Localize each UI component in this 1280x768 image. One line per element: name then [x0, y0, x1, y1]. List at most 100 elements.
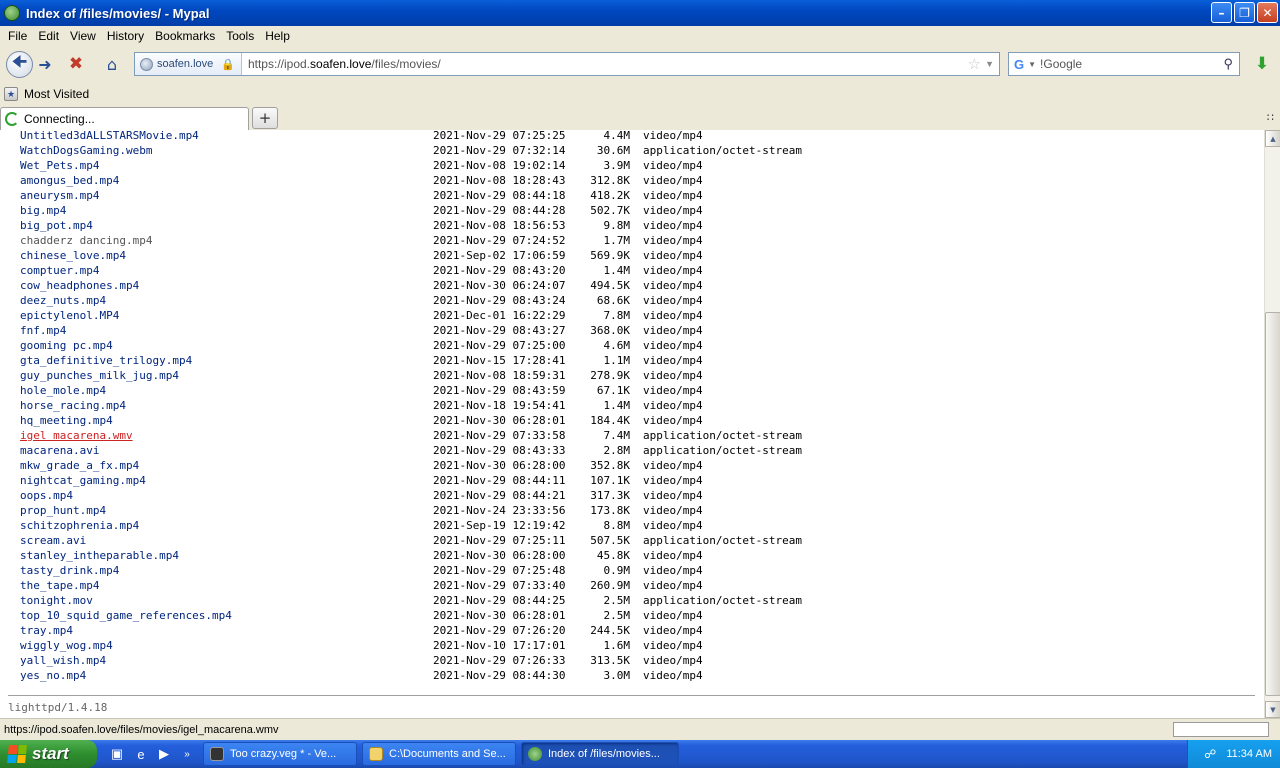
maximize-button[interactable]: ❐: [1234, 2, 1255, 23]
modified-date: 2021-Nov-30 06:28:01: [433, 414, 566, 427]
bookmark-most-visited[interactable]: Most Visited: [24, 87, 89, 101]
file-link[interactable]: deez_nuts.mp4: [20, 293, 106, 308]
file-link[interactable]: scream.avi: [20, 533, 86, 548]
file-link[interactable]: macarena.avi: [20, 443, 99, 458]
scroll-up-button[interactable]: ▲: [1265, 130, 1280, 147]
file-link[interactable]: yes_no.mp4: [20, 668, 86, 683]
start-button[interactable]: start: [0, 740, 97, 768]
vertical-scrollbar[interactable]: ▲ ▼: [1264, 130, 1280, 718]
mime-type: video/mp4: [643, 504, 703, 517]
mime-type: video/mp4: [643, 519, 703, 532]
search-input[interactable]: !Google: [1040, 57, 1223, 71]
home-button[interactable]: ⌂: [100, 51, 124, 77]
file-link[interactable]: tray.mp4: [20, 623, 73, 638]
file-size: 4.6M: [603, 339, 631, 352]
file-size: 2.5M: [603, 594, 631, 607]
file-size: 352.8K: [590, 459, 630, 472]
url-input[interactable]: https://ipod.soafen.love/files/movies/: [242, 57, 968, 71]
search-magnifier-icon[interactable]: ⚲: [1223, 56, 1233, 72]
file-link[interactable]: stanley_intheparable.mp4: [20, 548, 179, 563]
file-link[interactable]: WatchDogsGaming.webm: [20, 143, 152, 158]
file-link[interactable]: comptuer.mp4: [20, 263, 99, 278]
file-link[interactable]: yall_wish.mp4: [20, 653, 106, 668]
task-vegas[interactable]: Too crazy.veg * - Ve...: [203, 742, 357, 766]
menu-bar: File Edit View History Bookmarks Tools H…: [0, 26, 1280, 46]
server-signature: lighttpd/1.4.18: [8, 701, 108, 714]
file-link[interactable]: the_tape.mp4: [20, 578, 99, 593]
scroll-down-arrow-icon: ▼: [1270, 705, 1276, 714]
file-link[interactable]: igel macarena.wmv: [20, 428, 133, 443]
show-desktop-icon[interactable]: ▣: [108, 745, 126, 763]
file-link[interactable]: big_pot.mp4: [20, 218, 93, 233]
url-dropdown-icon[interactable]: ▼: [985, 59, 994, 69]
scroll-down-button[interactable]: ▼: [1265, 701, 1280, 718]
file-link[interactable]: prop_hunt.mp4: [20, 503, 106, 518]
file-size: 368.0K: [590, 324, 630, 337]
file-link[interactable]: top_10_squid_game_references.mp4: [20, 608, 232, 623]
minimize-button[interactable]: –: [1211, 2, 1232, 23]
close-button[interactable]: ✕: [1257, 2, 1278, 23]
file-link[interactable]: wiggly_wog.mp4: [20, 638, 113, 653]
menu-file[interactable]: File: [4, 29, 34, 43]
forward-button[interactable]: ➜: [34, 51, 56, 77]
file-link[interactable]: big.mp4: [20, 203, 66, 218]
list-all-tabs-icon[interactable]: ∷: [1267, 111, 1274, 124]
file-link[interactable]: gooming pc.mp4: [20, 338, 113, 353]
mime-type: video/mp4: [643, 309, 703, 322]
back-button[interactable]: 🠈: [6, 51, 33, 78]
file-link[interactable]: tasty_drink.mp4: [20, 563, 119, 578]
search-engine-dropdown-icon[interactable]: ▼: [1028, 60, 1036, 69]
menu-bookmarks[interactable]: Bookmarks: [151, 29, 222, 43]
downloads-button[interactable]: ⬇: [1250, 53, 1274, 75]
file-link[interactable]: Untitled3dALLSTARSMovie.mp4: [20, 130, 199, 143]
file-link[interactable]: oops.mp4: [20, 488, 73, 503]
menu-help[interactable]: Help: [261, 29, 297, 43]
modified-date: 2021-Nov-30 06:24:07: [433, 279, 566, 292]
navigation-toolbar: 🠈 ➜ ✖ ⌂ soafen.love 🔒 https://ipod.soafe…: [0, 46, 1280, 82]
vegas-icon: [210, 747, 224, 761]
stop-button[interactable]: ✖: [64, 51, 88, 77]
file-link[interactable]: fnf.mp4: [20, 323, 66, 338]
site-identity-button[interactable]: soafen.love 🔒: [135, 53, 242, 75]
media-player-icon[interactable]: ▶: [155, 745, 173, 763]
file-link[interactable]: chadderz dancing.mp4: [20, 233, 152, 248]
address-bar[interactable]: soafen.love 🔒 https://ipod.soafen.love/f…: [134, 52, 1000, 76]
network-icon[interactable]: ☍: [1204, 747, 1216, 761]
task-explorer[interactable]: C:\Documents and Se...: [362, 742, 516, 766]
internet-explorer-icon[interactable]: e: [132, 745, 150, 763]
file-link[interactable]: amongus_bed.mp4: [20, 173, 119, 188]
clock[interactable]: 11:34 AM: [1226, 748, 1272, 760]
file-link[interactable]: cow_headphones.mp4: [20, 278, 139, 293]
modified-date: 2021-Nov-08 18:28:43: [433, 174, 566, 187]
file-link[interactable]: hq_meeting.mp4: [20, 413, 113, 428]
file-link[interactable]: mkw_grade_a_fx.mp4: [20, 458, 139, 473]
file-size: 184.4K: [590, 414, 630, 427]
quick-launch-more-icon[interactable]: »: [178, 745, 196, 763]
file-link[interactable]: epictylenol.MP4: [20, 308, 119, 323]
mime-type: video/mp4: [643, 174, 703, 187]
menu-tools[interactable]: Tools: [222, 29, 261, 43]
file-link[interactable]: guy_punches_milk_jug.mp4: [20, 368, 179, 383]
tab-current[interactable]: Connecting...: [0, 107, 249, 130]
file-link[interactable]: aneurysm.mp4: [20, 188, 99, 203]
search-bar[interactable]: G ▼ !Google ⚲: [1008, 52, 1240, 76]
file-link[interactable]: Wet_Pets.mp4: [20, 158, 99, 173]
file-link[interactable]: tonight.mov: [20, 593, 93, 608]
file-link[interactable]: horse_racing.mp4: [20, 398, 126, 413]
menu-edit[interactable]: Edit: [34, 29, 66, 43]
file-link[interactable]: gta_definitive_trilogy.mp4: [20, 353, 192, 368]
scroll-thumb[interactable]: [1265, 312, 1280, 696]
mime-type: video/mp4: [643, 549, 703, 562]
bookmark-star-icon[interactable]: ☆: [968, 55, 981, 73]
google-icon[interactable]: G: [1014, 57, 1024, 72]
modified-date: 2021-Nov-29 08:44:28: [433, 204, 566, 217]
file-link[interactable]: nightcat_gaming.mp4: [20, 473, 146, 488]
menu-view[interactable]: View: [66, 29, 103, 43]
menu-history[interactable]: History: [103, 29, 151, 43]
stop-x-icon: ✖: [68, 54, 84, 74]
task-mypal[interactable]: Index of /files/movies...: [521, 742, 679, 766]
file-link[interactable]: chinese_love.mp4: [20, 248, 126, 263]
new-tab-button[interactable]: +: [252, 107, 278, 129]
file-link[interactable]: schitzophrenia.mp4: [20, 518, 139, 533]
file-link[interactable]: hole_mole.mp4: [20, 383, 106, 398]
